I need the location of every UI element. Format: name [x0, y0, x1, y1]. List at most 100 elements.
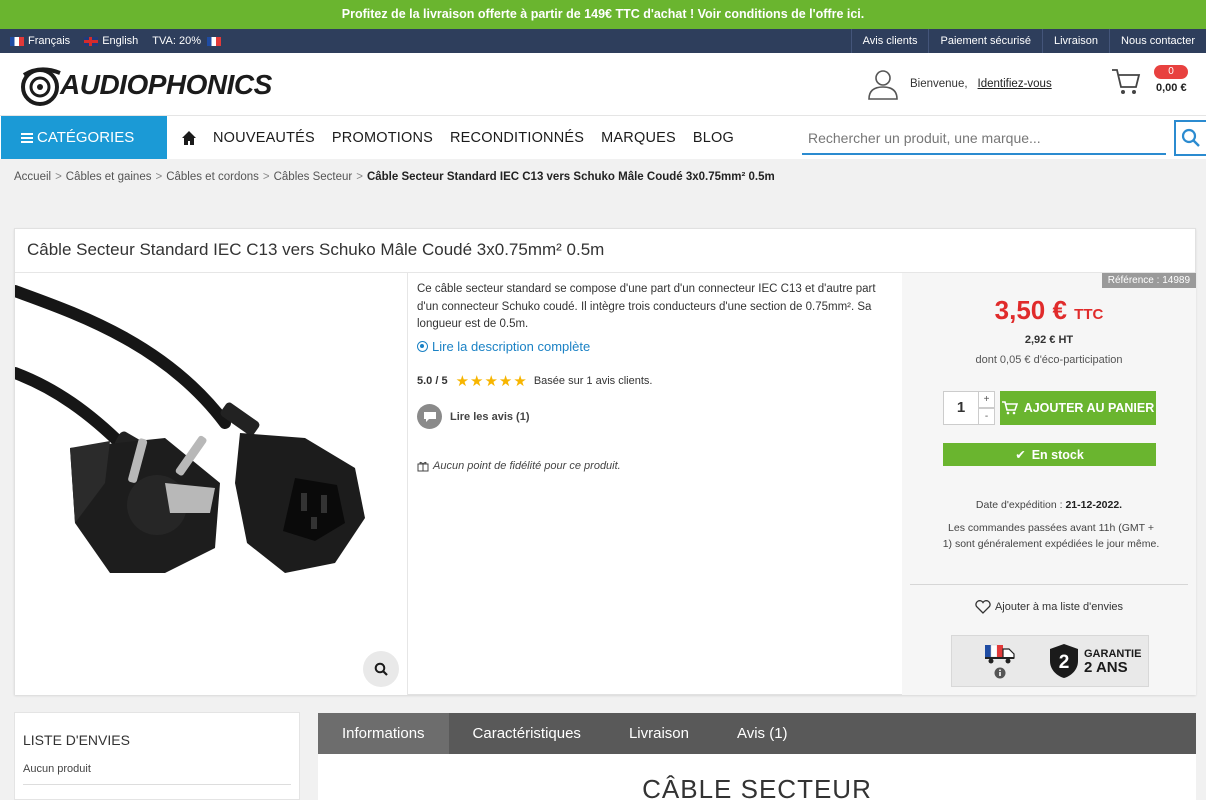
link-contact[interactable]: Nous contacter [1109, 29, 1206, 53]
info-icon[interactable] [994, 667, 1006, 679]
warranty-line2: 2 ANS [1084, 659, 1128, 676]
guarantee-badges: 2 GARANTIE 2 ANS [951, 635, 1149, 687]
ship-label: Date d'expédition : [975, 499, 1063, 511]
lang-en[interactable]: English [84, 35, 138, 47]
lang-fr-label: Français [28, 35, 71, 47]
search-input[interactable]: Rechercher un produit, une marque... [802, 121, 1166, 155]
tab-livraison[interactable]: Livraison [605, 713, 713, 754]
home-icon[interactable] [181, 130, 197, 146]
cart-total: 0,00 € [1156, 82, 1187, 94]
link-paiement[interactable]: Paiement sécurisé [928, 29, 1042, 53]
qty-increase-button[interactable]: + [979, 391, 995, 408]
logo-icon [21, 67, 61, 106]
breadcrumb-item[interactable]: Câbles et gaines [66, 171, 152, 183]
wishlist-label: Ajouter à ma liste d'envies [994, 601, 1124, 613]
product-image[interactable] [15, 273, 408, 695]
divider [910, 584, 1188, 585]
product-panel: Câble Secteur Standard IEC C13 vers Schu… [14, 228, 1196, 695]
cart-button[interactable]: 0 0,00 € [1110, 65, 1188, 102]
purchase-panel: Référence : 14989 3,50 € TTC 2,92 € HT d… [902, 273, 1196, 695]
breadcrumb-sep: > [356, 171, 363, 183]
lang-fr[interactable]: Français [10, 35, 70, 47]
french-flag-icon [207, 36, 222, 46]
breadcrumb-sep: > [262, 171, 270, 183]
reviews-label: Lire les avis (1) [450, 410, 530, 423]
cart-plus-icon [1001, 401, 1018, 415]
wishlist-empty: Aucun produit [23, 763, 91, 775]
shipping-date: Date d'expédition : 21-12-2022. [902, 499, 1196, 511]
price-suffix: TTC [1074, 306, 1104, 323]
french-flag-icon [10, 36, 24, 46]
breadcrumb-item[interactable]: Câbles Secteur [274, 171, 353, 183]
price-value: 3,50 € [994, 295, 1067, 325]
login-link[interactable]: Identifiez-vous [978, 78, 1052, 90]
read-more-link[interactable]: Lire la description complète [417, 339, 590, 354]
nav-marques[interactable]: MARQUES [601, 130, 676, 146]
site-logo[interactable]: AUDIOPHONICS [20, 63, 272, 107]
reviews-link[interactable]: Lire les avis (1) [417, 404, 530, 429]
loyalty-note: Aucun point de fidélité pour ce produit. [417, 460, 621, 472]
product-tabs: Informations Caractéristiques Livraison … [318, 713, 1196, 754]
rating-count: Basée sur 1 avis clients. [533, 375, 653, 387]
welcome-text: Bienvenue, [910, 78, 968, 90]
product-description: Ce câble secteur standard se compose d'u… [417, 283, 876, 330]
breadcrumb: Accueil > Câbles et gaines > Câbles et cordo… [14, 171, 775, 183]
nav-promotions[interactable]: PROMOTIONS [332, 130, 433, 146]
divider [23, 784, 291, 785]
read-more-label: Lire la description complète [432, 339, 591, 354]
link-livraison[interactable]: Livraison [1041, 29, 1109, 53]
tab-caracteristiques[interactable]: Caractéristiques [449, 713, 605, 754]
power-cable-image [15, 285, 365, 573]
nav-nouveautes[interactable]: NOUVEAUTÉS [213, 130, 315, 146]
wishlist-sidebar: LISTE D'ENVIES Aucun produit [14, 712, 300, 800]
loyalty-text: Aucun point de fidélité pour ce produit. [433, 460, 621, 472]
wishlist-title: LISTE D'ENVIES [23, 732, 130, 748]
quantity-input[interactable]: 1 [943, 391, 979, 425]
tab-informations[interactable]: Informations [318, 713, 449, 754]
stock-status: ✔ En stock [943, 443, 1156, 466]
main-nav: CATÉGORIES NOUVEAUTÉS PROMOTIONS RECONDI… [0, 115, 1206, 159]
france-shipping-badge[interactable] [952, 643, 1048, 679]
product-title: Câble Secteur Standard IEC C13 vers Schu… [15, 229, 1195, 273]
shield-icon: 2 [1050, 644, 1078, 678]
logo-text: AUDIOPHONICS [60, 69, 272, 100]
uk-flag-icon [84, 36, 99, 46]
tva-label: TVA: 20% [152, 35, 201, 47]
star-icons: ★★★★★ [455, 373, 528, 390]
cart-count-badge: 0 [1154, 65, 1188, 79]
categories-label: CATÉGORIES [37, 129, 135, 146]
price-ht: 2,92 € HT [1024, 334, 1074, 346]
magnifier-icon [374, 662, 388, 676]
tva-selector[interactable]: TVA: 20% [152, 35, 225, 47]
heart-icon [975, 600, 991, 614]
nav-reconditionnes[interactable]: RECONDITIONNÉS [450, 130, 584, 146]
site-header: AUDIOPHONICS Bienvenue, Identifiez-vous … [0, 53, 1206, 115]
add-to-wishlist-link[interactable]: Ajouter à ma liste d'envies [902, 600, 1196, 614]
promo-banner[interactable]: Profitez de la livraison offerte à parti… [0, 0, 1206, 29]
top-bar: Français English TVA: 20% Avis clients P… [0, 29, 1206, 53]
shipping-note: Les commandes passées avant 11h (GMT + 1… [942, 522, 1160, 550]
link-avis-clients[interactable]: Avis clients [850, 29, 929, 53]
quantity-stepper: + - [979, 391, 995, 425]
user-icon [868, 70, 898, 100]
add-to-cart-button[interactable]: AJOUTER AU PANIER [1000, 391, 1156, 425]
check-icon: ✔ [1015, 448, 1026, 462]
add-to-cart-label: AJOUTER AU PANIER [1023, 401, 1155, 415]
delivery-truck-icon [985, 644, 1015, 664]
categories-button[interactable]: CATÉGORIES [1, 116, 167, 159]
cart-icon [1112, 69, 1141, 94]
reference-badge: Référence : 14989 [1101, 273, 1196, 288]
breadcrumb-item[interactable]: Accueil [14, 171, 51, 183]
nav-blog[interactable]: BLOG [693, 130, 734, 146]
account-area[interactable]: Bienvenue, Identifiez-vous [866, 67, 1052, 101]
rating-score: 5.0 / 5 [417, 375, 448, 387]
ship-date-value: 21-12-2022. [1065, 499, 1123, 511]
breadcrumb-item[interactable]: Câbles et cordons [166, 171, 259, 183]
zoom-button[interactable] [363, 651, 399, 687]
rating-summary: 5.0 / 5 ★★★★★ Basée sur 1 avis clients. [417, 372, 652, 390]
search-button[interactable] [1174, 120, 1206, 156]
tab-avis[interactable]: Avis (1) [713, 713, 812, 754]
tab-content: CÂBLE SECTEUR [318, 754, 1196, 800]
eco-participation: dont 0,05 € d'éco-participation [975, 354, 1123, 366]
qty-decrease-button[interactable]: - [979, 408, 995, 425]
